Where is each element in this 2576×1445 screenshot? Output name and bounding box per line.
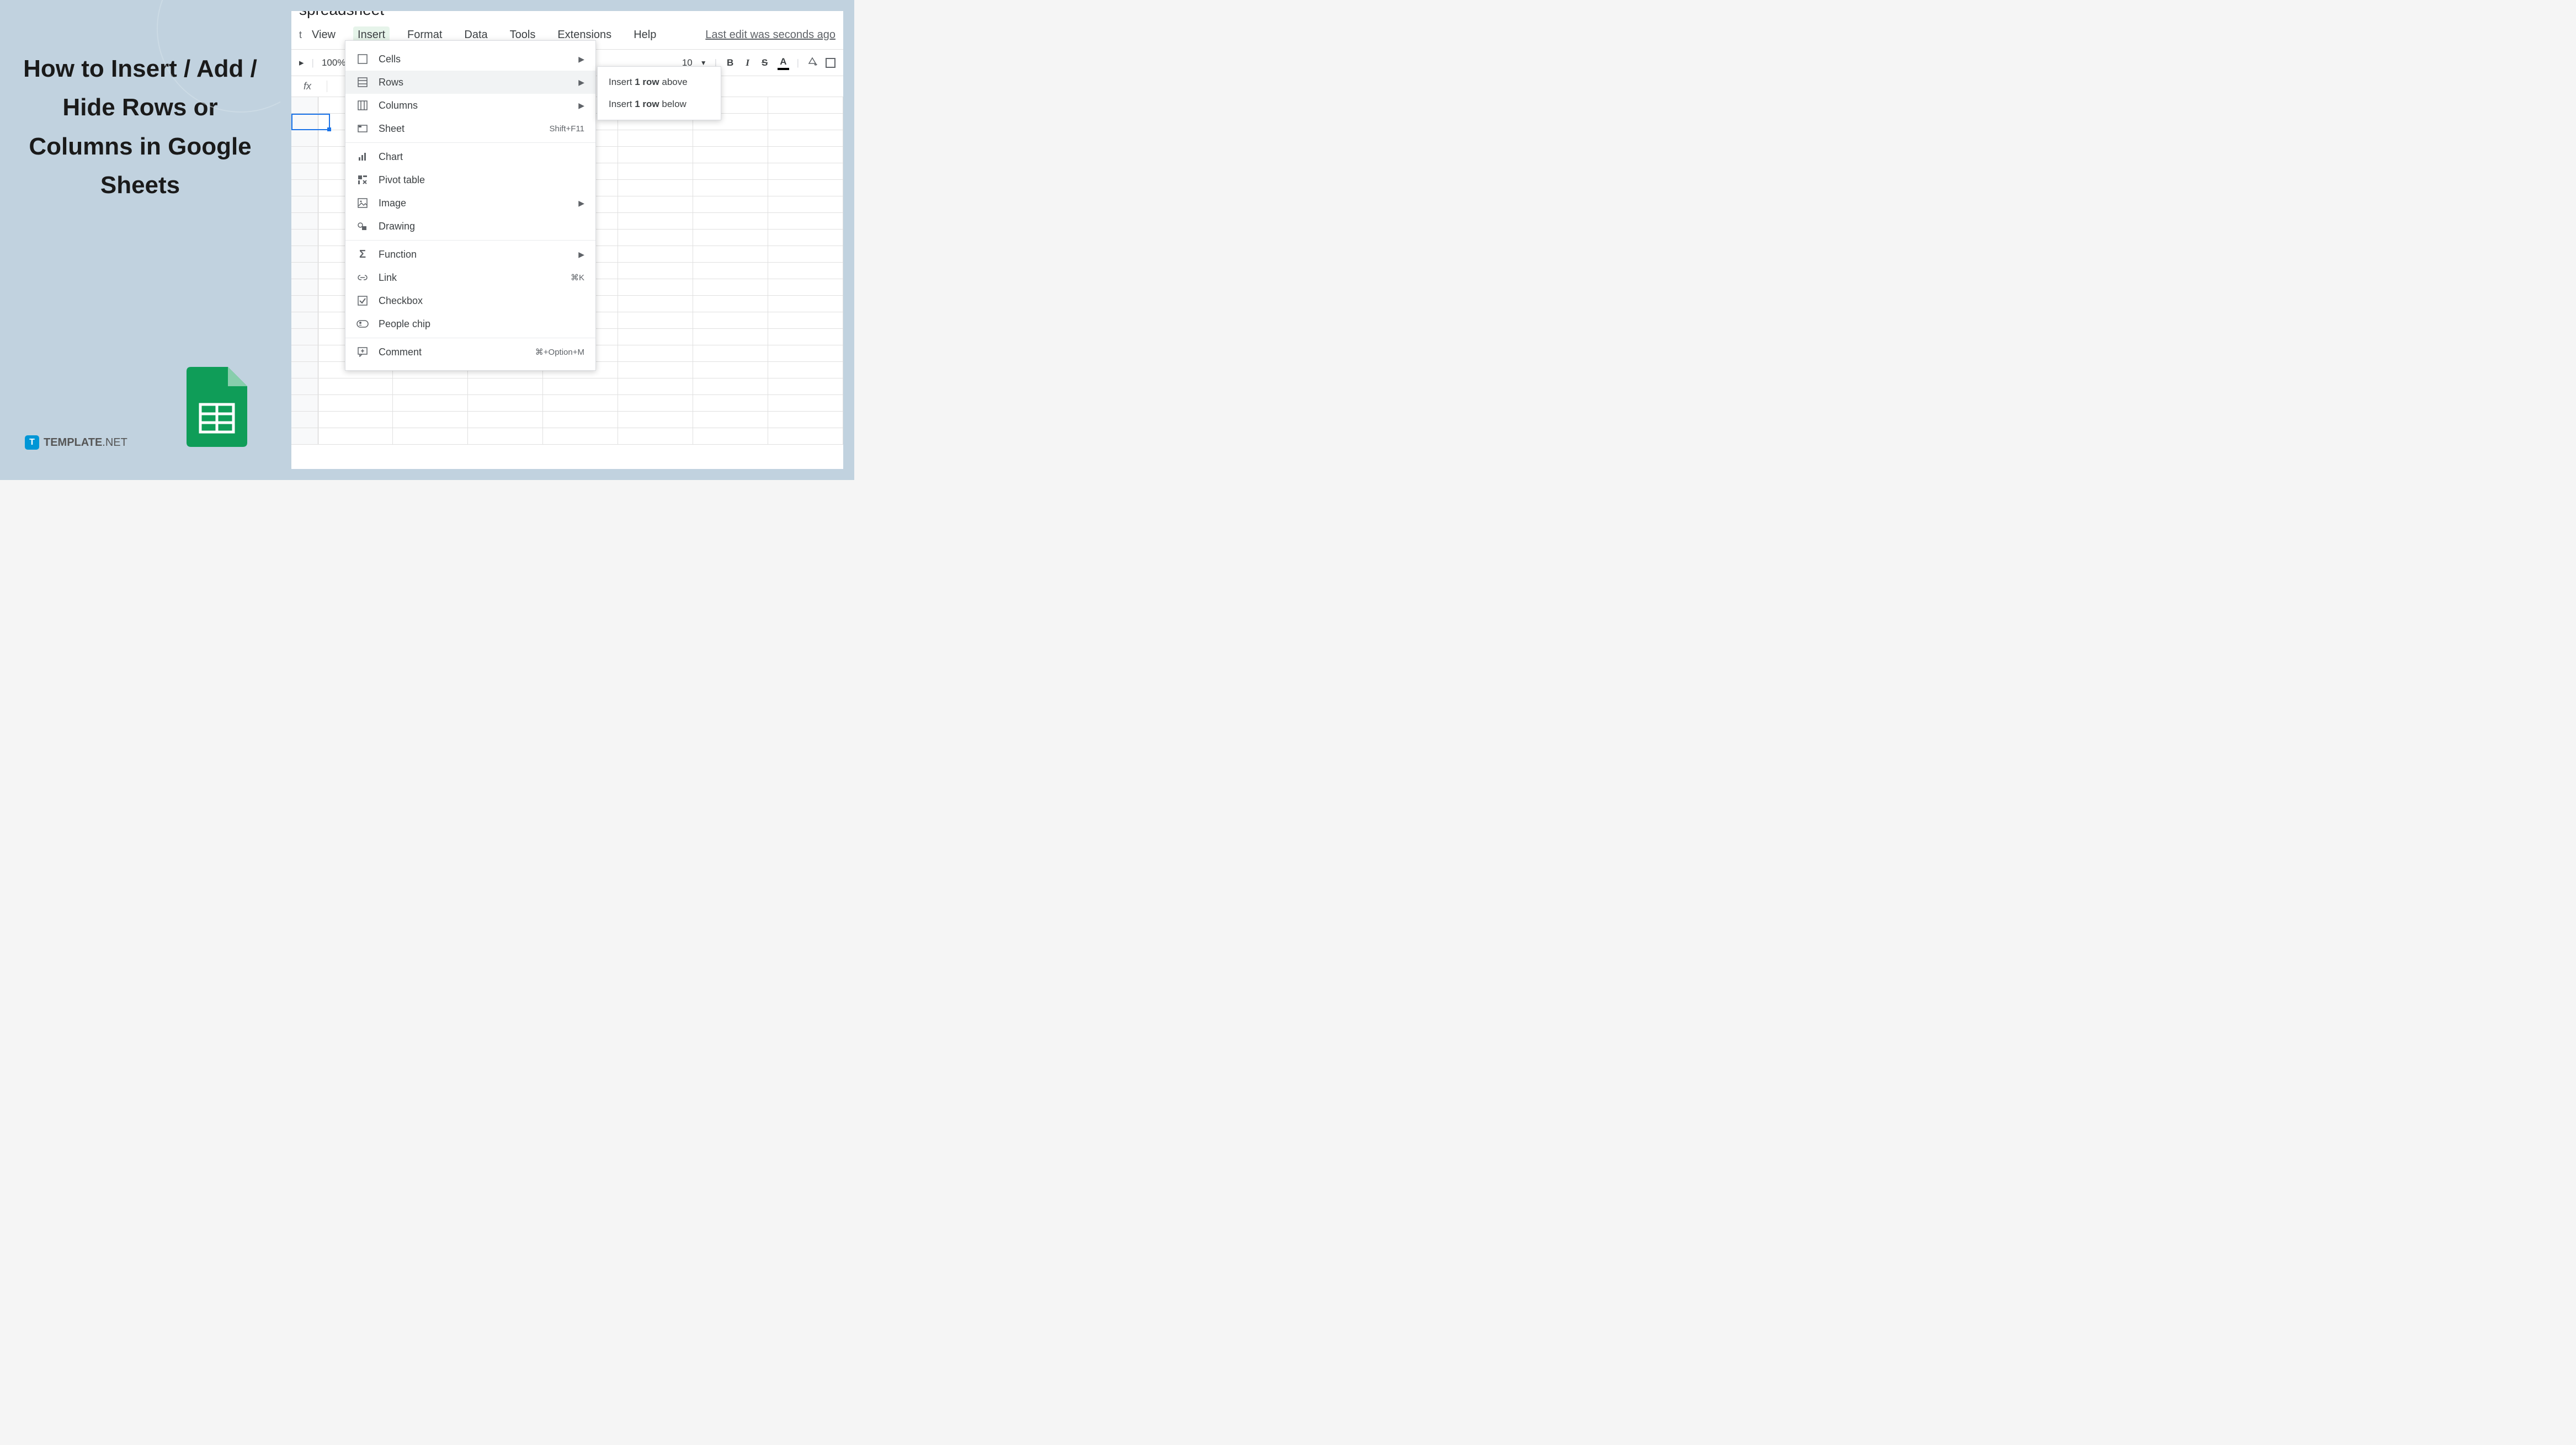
arrow-right-icon: ▶ xyxy=(578,199,584,208)
menu-item-drawing[interactable]: Drawing xyxy=(345,215,595,238)
arrow-right-icon: ▶ xyxy=(578,101,584,110)
arrow-right-icon: ▶ xyxy=(578,78,584,87)
checkbox-icon xyxy=(356,295,369,307)
menu-item-columns[interactable]: Columns ▶ xyxy=(345,94,595,117)
arrow-right-icon: ▶ xyxy=(578,55,584,64)
tutorial-title: How to Insert / Add / Hide Rows or Colum… xyxy=(0,50,280,205)
selected-cell[interactable] xyxy=(291,114,330,130)
menu-item-people-chip[interactable]: People chip xyxy=(345,312,595,335)
menu-item-sheet[interactable]: Sheet Shift+F11 xyxy=(345,117,595,140)
fill-color-icon[interactable] xyxy=(807,56,818,70)
insert-dropdown-menu: Cells ▶ Rows ▶ Columns ▶ xyxy=(345,40,596,371)
fx-label: fx xyxy=(299,81,327,92)
submenu-insert-row-below[interactable]: Insert 1 row below xyxy=(598,93,721,115)
template-logo-icon: T xyxy=(25,435,39,450)
last-edit-link[interactable]: Last edit was seconds ago xyxy=(705,29,835,41)
menu-item-chart[interactable]: Chart xyxy=(345,145,595,168)
function-icon: Σ xyxy=(356,248,369,260)
image-icon xyxy=(356,197,369,209)
menu-item-rows[interactable]: Rows ▶ xyxy=(345,71,595,94)
rows-submenu: Insert 1 row above Insert 1 row below xyxy=(597,66,721,120)
menu-item-image[interactable]: Image ▶ xyxy=(345,191,595,215)
drawing-icon xyxy=(356,220,369,232)
rows-icon xyxy=(356,76,369,88)
menu-item-cells[interactable]: Cells ▶ xyxy=(345,47,595,71)
pivot-icon xyxy=(356,174,369,186)
font-size-dropdown-icon[interactable]: ▼ xyxy=(700,59,707,67)
cells-icon xyxy=(356,53,369,65)
submenu-insert-row-above[interactable]: Insert 1 row above xyxy=(598,71,721,93)
menu-item-function[interactable]: Σ Function ▶ xyxy=(345,243,595,266)
menu-help[interactable]: Help xyxy=(629,26,661,44)
menu-view[interactable]: View xyxy=(307,26,340,44)
bold-button[interactable]: B xyxy=(725,56,736,70)
columns-icon xyxy=(356,99,369,111)
google-sheets-window: spreadsheet t View Insert Format Data To… xyxy=(291,11,843,469)
paint-format-icon[interactable]: ▸ xyxy=(299,57,304,68)
link-icon xyxy=(356,271,369,284)
italic-button[interactable]: I xyxy=(743,56,752,70)
sheet-icon xyxy=(356,122,369,135)
template-logo-text: TEMPLATE.NET xyxy=(44,436,127,449)
borders-icon[interactable] xyxy=(826,58,835,68)
chart-icon xyxy=(356,151,369,163)
text-color-button[interactable]: A xyxy=(778,55,789,70)
menu-item-checkbox[interactable]: Checkbox xyxy=(345,289,595,312)
google-sheets-icon xyxy=(187,367,247,447)
zoom-level[interactable]: 100% xyxy=(322,57,345,68)
arrow-right-icon: ▶ xyxy=(578,250,584,259)
menu-item-pivot[interactable]: Pivot table xyxy=(345,168,595,191)
menu-item-comment[interactable]: Comment ⌘+Option+M xyxy=(345,340,595,364)
comment-icon xyxy=(356,346,369,358)
tutorial-left-panel: How to Insert / Add / Hide Rows or Colum… xyxy=(0,0,280,480)
menu-item-link[interactable]: Link ⌘K xyxy=(345,266,595,289)
strikethrough-button[interactable]: S xyxy=(759,56,770,70)
people-chip-icon xyxy=(356,318,369,330)
template-net-logo: T TEMPLATE.NET xyxy=(25,435,127,450)
screenshot-panel: spreadsheet t View Insert Format Data To… xyxy=(280,0,854,480)
document-title[interactable]: spreadsheet xyxy=(291,11,843,19)
